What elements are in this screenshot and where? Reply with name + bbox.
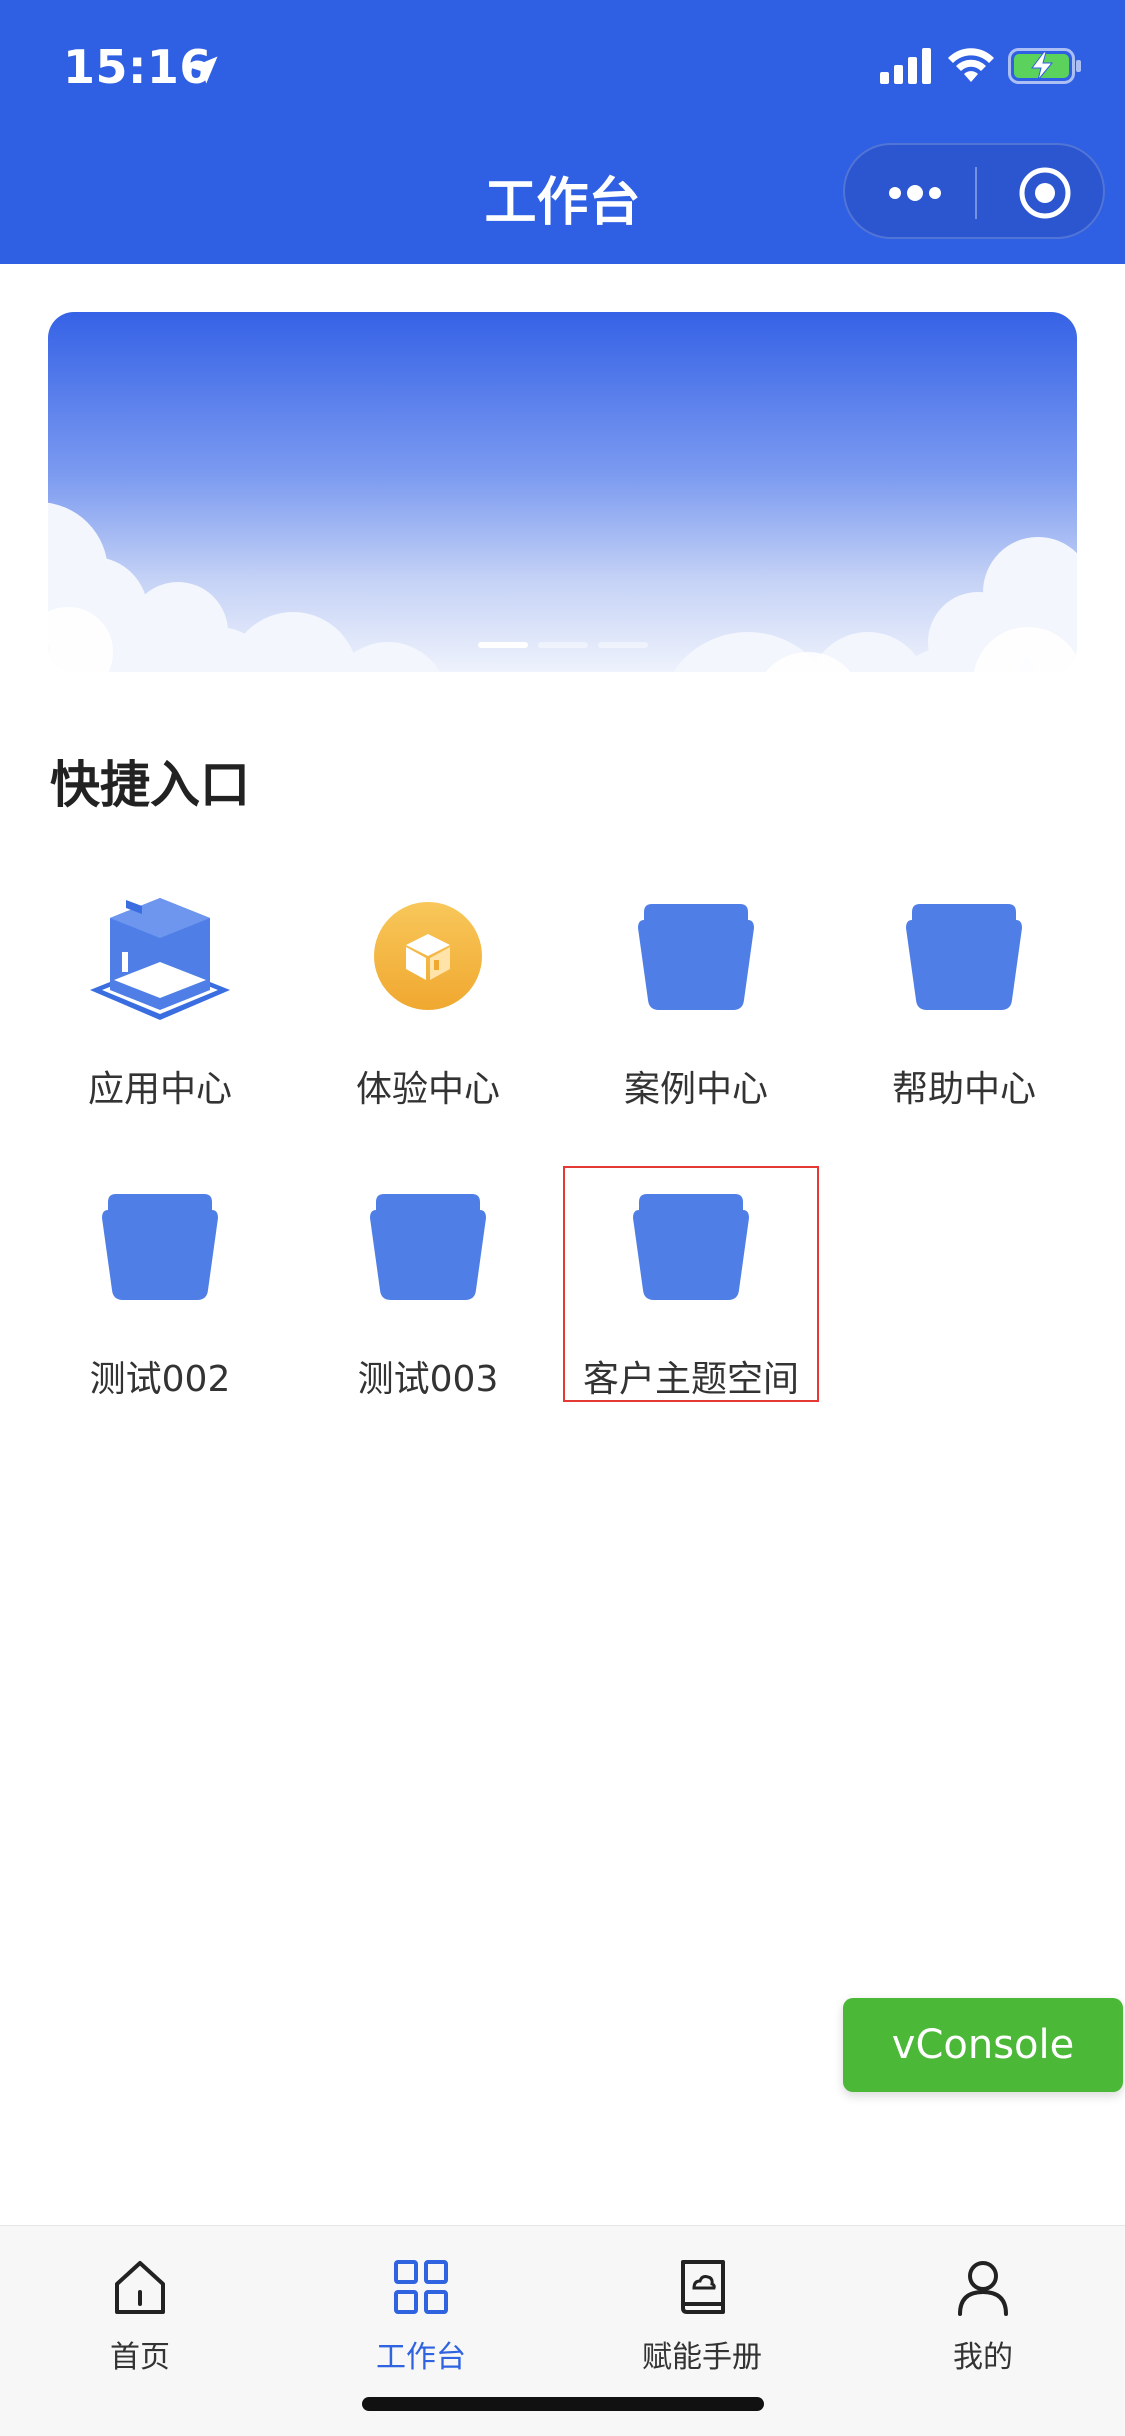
carousel-dot[interactable] — [477, 642, 528, 648]
carousel-indicator — [48, 642, 1077, 648]
book-icon — [681, 2260, 725, 2314]
capsule-divider — [975, 167, 977, 219]
home-icon — [115, 2261, 165, 2314]
tab-label: 工作台 — [376, 2340, 466, 2375]
vconsole-button[interactable]: vConsole — [843, 1998, 1123, 2092]
shortcut-label: 应用中心 — [87, 1069, 232, 1110]
user-icon — [958, 2261, 1008, 2316]
top-header: 15:16 工作台 — [0, 0, 1125, 264]
shortcut-label: 帮助中心 — [891, 1069, 1036, 1110]
shortcut-test-003[interactable]: 测试003 — [294, 1180, 562, 1410]
shortcut-case-center[interactable]: 案例中心 — [562, 890, 830, 1120]
tab-label: 首页 — [110, 2340, 170, 2375]
close-target-icon[interactable] — [1017, 165, 1073, 221]
wifi-icon — [948, 48, 994, 82]
mini-program-capsule — [843, 143, 1105, 239]
shortcut-label: 测试002 — [89, 1359, 231, 1400]
shortcut-label: 测试003 — [357, 1359, 499, 1400]
banner-carousel[interactable] — [48, 312, 1077, 672]
section-title: 快捷入口 — [50, 756, 250, 814]
shortcut-label: 客户主题空间 — [582, 1359, 799, 1400]
tab-workbench[interactable]: 工作台 — [321, 2256, 521, 2376]
shortcut-label: 案例中心 — [623, 1069, 768, 1110]
shortcut-test-002[interactable]: 测试002 — [26, 1180, 294, 1410]
shortcut-label: 体验中心 — [355, 1069, 500, 1110]
shortcut-app-center[interactable]: 应用中心 — [26, 890, 294, 1120]
carousel-dot[interactable] — [537, 642, 588, 648]
tab-manual[interactable]: 赋能手册 — [602, 2256, 802, 2376]
shortcut-experience-center[interactable]: 体验中心 — [294, 890, 562, 1120]
home-indicator — [362, 2397, 764, 2411]
shortcut-help-center[interactable]: 帮助中心 — [830, 890, 1098, 1120]
app-center-icon — [90, 898, 230, 1020]
location-arrow-icon — [190, 56, 218, 84]
folder-icon — [102, 1194, 218, 1300]
folder-icon — [633, 1194, 749, 1300]
folder-icon — [906, 904, 1022, 1010]
experience-cube-icon — [374, 902, 482, 1010]
folder-icon — [638, 904, 754, 1010]
tab-label: 我的 — [953, 2340, 1013, 2375]
folder-icon — [370, 1194, 486, 1300]
grid-icon — [394, 2260, 448, 2314]
shortcut-customer-theme-space[interactable]: 客户主题空间 — [563, 1166, 819, 1402]
more-icon[interactable] — [885, 177, 945, 209]
cloud-illustration — [48, 502, 1077, 672]
tab-home[interactable]: 首页 — [40, 2256, 240, 2376]
carousel-dot[interactable] — [597, 642, 648, 648]
tab-me[interactable]: 我的 — [883, 2256, 1083, 2376]
tab-label: 赋能手册 — [642, 2340, 762, 2375]
signal-icon — [880, 48, 931, 84]
battery-charging-icon — [1008, 48, 1081, 84]
